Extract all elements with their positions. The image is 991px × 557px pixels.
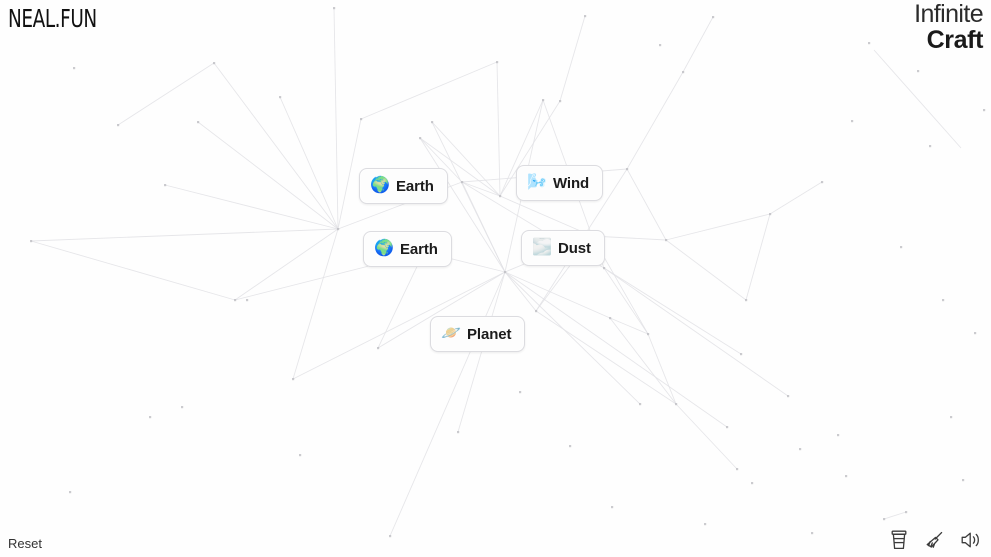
- infinite-craft-app: NEAL.FUN Infinite Craft 🌍 Earth 🌬️ Wind 🌍 Ear…: [0, 0, 991, 557]
- element-label: Wind: [553, 174, 590, 192]
- ringed-planet-emoji: 🪐: [441, 325, 461, 342]
- element-card-planet[interactable]: 🪐 Planet: [430, 316, 526, 352]
- element-card-earth[interactable]: 🌍 Earth: [363, 231, 452, 267]
- speaker-on-icon[interactable]: [959, 528, 983, 552]
- particle-background: [30, 7, 986, 538]
- game-title-craft: Craft: [926, 25, 984, 54]
- element-card-earth[interactable]: 🌍 Earth: [359, 168, 448, 204]
- coffee-cup-icon[interactable]: [887, 528, 911, 552]
- earth-globe-emoji: 🌍: [370, 177, 390, 194]
- element-card-wind[interactable]: 🌬️ Wind: [516, 165, 604, 201]
- element-label: Dust: [558, 239, 591, 257]
- footer-tools: [887, 528, 983, 552]
- neal-fun-logo[interactable]: NEAL.FUN: [8, 4, 97, 33]
- element-card-dust[interactable]: 🌫️ Dust: [521, 230, 605, 266]
- element-label: Earth: [400, 240, 438, 258]
- element-label: Planet: [467, 325, 512, 343]
- game-title: Infinite Craft: [914, 0, 984, 54]
- wind-face-emoji: 🌬️: [527, 174, 547, 191]
- reset-button[interactable]: Reset: [8, 536, 42, 551]
- game-title-infinite: Infinite: [914, 0, 983, 28]
- fog-emoji: 🌫️: [532, 239, 552, 256]
- broom-icon[interactable]: [923, 528, 947, 552]
- element-label: Earth: [396, 177, 434, 195]
- earth-globe-emoji: 🌍: [374, 240, 394, 257]
